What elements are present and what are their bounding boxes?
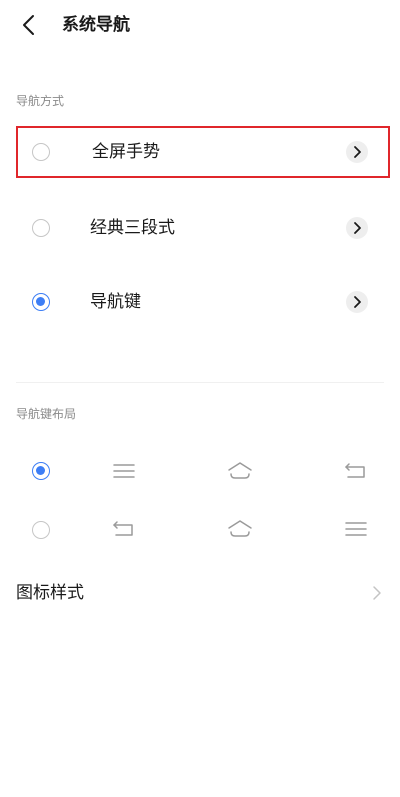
layout-option-2[interactable] xyxy=(0,510,400,550)
option-label: 经典三段式 xyxy=(90,218,175,238)
radio-button[interactable] xyxy=(32,143,50,161)
radio-button-checked[interactable] xyxy=(32,462,50,480)
section-label-nav-key-layout: 导航键布局 xyxy=(16,407,77,421)
chevron-left-icon xyxy=(23,15,34,35)
chevron-right-icon xyxy=(354,146,361,158)
icon-style-row[interactable]: 图标样式 xyxy=(0,574,400,614)
home-icon xyxy=(228,520,252,537)
nav-option-fullscreen-gesture[interactable]: 全屏手势 xyxy=(16,126,390,178)
menu-icon xyxy=(113,464,135,478)
chevron-right-icon xyxy=(354,222,361,234)
back-icon xyxy=(113,521,133,536)
nav-option-classic-three[interactable]: 经典三段式 xyxy=(16,202,390,254)
radio-button[interactable] xyxy=(32,219,50,237)
divider xyxy=(16,382,384,383)
option-label: 全屏手势 xyxy=(92,142,160,162)
back-button[interactable] xyxy=(16,11,44,39)
radio-button-checked[interactable] xyxy=(32,293,50,311)
header: 系统导航 xyxy=(0,0,400,50)
page-title: 系统导航 xyxy=(62,15,130,35)
detail-chevron-button[interactable] xyxy=(346,291,368,313)
menu-icon xyxy=(345,522,367,536)
back-icon xyxy=(345,463,365,478)
detail-chevron-button[interactable] xyxy=(346,141,368,163)
chevron-right-icon xyxy=(354,296,361,308)
chevron-right-icon xyxy=(373,586,381,600)
radio-button[interactable] xyxy=(32,521,50,539)
option-label: 导航键 xyxy=(90,292,141,312)
icon-style-label: 图标样式 xyxy=(16,583,84,603)
section-label-nav-mode: 导航方式 xyxy=(16,94,65,108)
layout-option-1[interactable] xyxy=(0,452,400,492)
detail-chevron-button[interactable] xyxy=(346,217,368,239)
nav-option-nav-keys[interactable]: 导航键 xyxy=(16,276,390,328)
home-icon xyxy=(228,462,252,479)
